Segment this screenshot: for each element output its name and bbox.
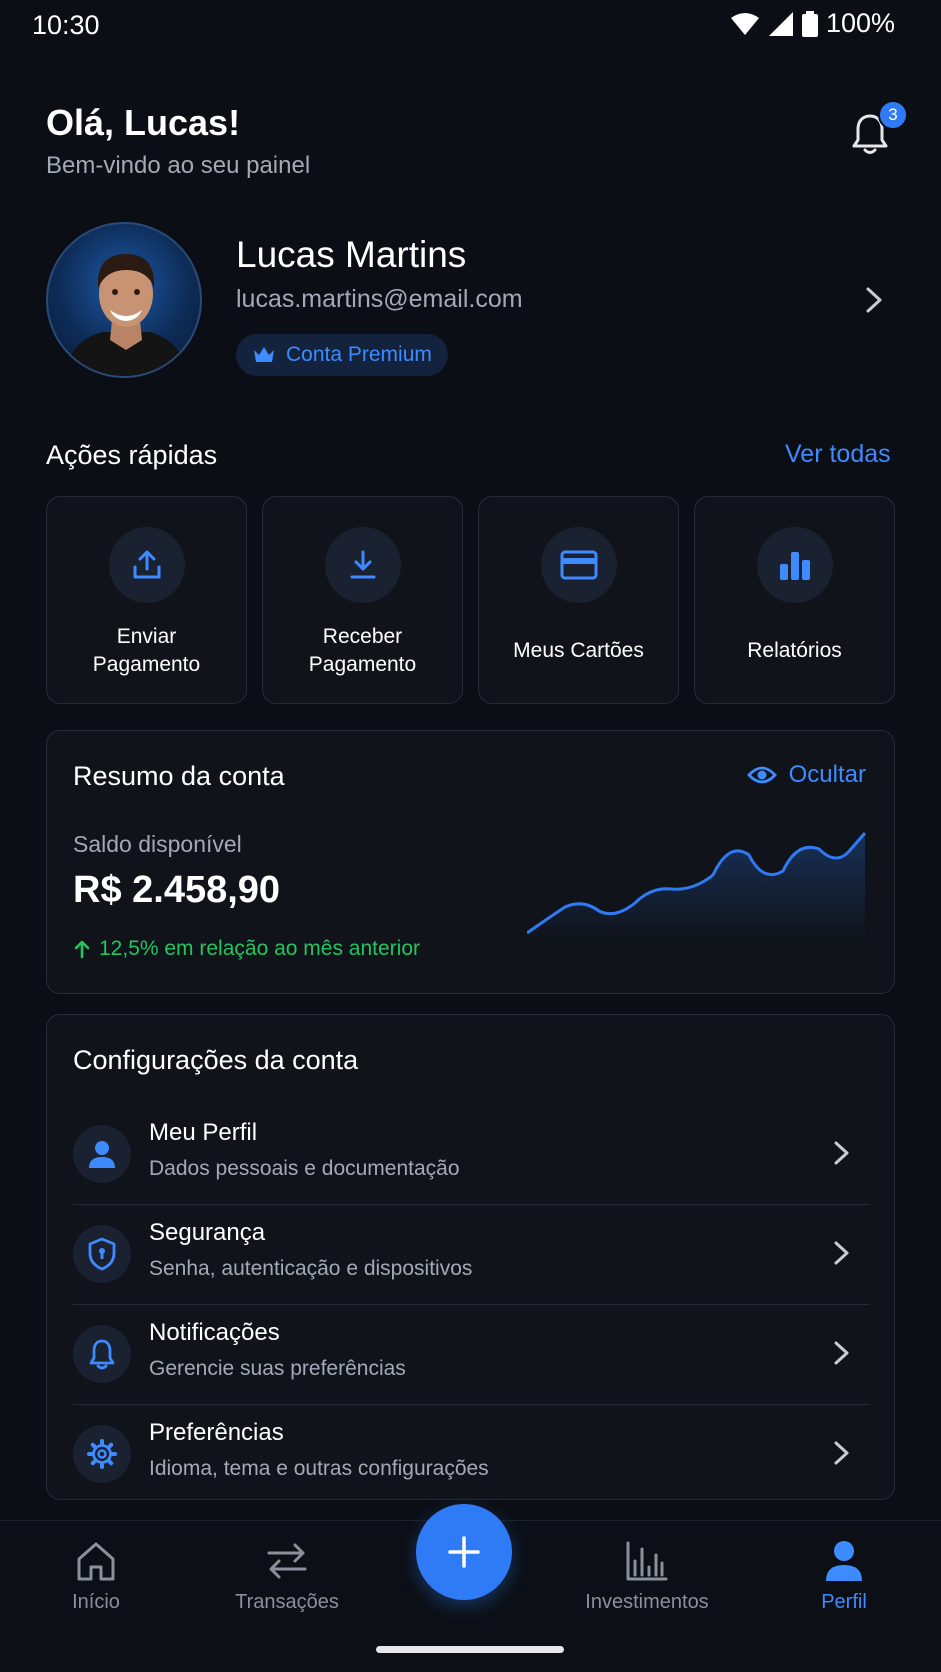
transfer-icon [267, 1543, 307, 1579]
summary-title: Resumo da conta [73, 761, 285, 791]
wifi-icon [730, 12, 759, 35]
avatar-portrait [62, 254, 190, 376]
home-icon [77, 1542, 115, 1581]
home-indicator[interactable] [376, 1646, 564, 1653]
arrow-up-icon [74, 940, 90, 959]
settings-item-label: Notificações [149, 1319, 280, 1346]
quick-action-label-line1: Enviar [116, 625, 177, 648]
quick-action-label-line2: Pagamento [92, 653, 201, 676]
settings-item-description: Dados pessoais e documentação [149, 1157, 460, 1180]
download-icon [325, 527, 401, 603]
profile-email: lucas.martins@email.com [236, 285, 523, 313]
hide-balance-label: Ocultar [788, 761, 866, 788]
quick-action-label: Relatórios [747, 639, 842, 662]
status-time: 10:30 [32, 10, 100, 40]
shield-icon [73, 1225, 131, 1283]
settings-item-preferences[interactable]: Preferências Idioma, tema e outras confi… [73, 1405, 869, 1505]
add-button[interactable] [416, 1504, 512, 1600]
nav-item-investments[interactable]: Investimentos [572, 1539, 722, 1614]
nav-item-label: Perfil [821, 1591, 867, 1613]
notifications-button[interactable]: 3 [850, 100, 908, 164]
settings-item-notifications[interactable]: Notificações Gerencie suas preferências [73, 1305, 869, 1405]
chevron-right-icon [834, 1141, 849, 1165]
chevron-right-icon [834, 1341, 849, 1365]
see-all-link[interactable]: Ver todas [785, 440, 891, 469]
nav-item-home[interactable]: Início [21, 1539, 171, 1614]
chevron-right-icon [834, 1441, 849, 1465]
settings-item-description: Senha, autenticação e dispositivos [149, 1257, 473, 1280]
chevron-right-icon [834, 1241, 849, 1265]
premium-badge-label: Conta Premium [286, 343, 432, 366]
premium-badge: Conta Premium [236, 334, 448, 376]
quick-action-label-line2: Pagamento [308, 653, 417, 676]
quick-action-label-line1: Receber [322, 625, 403, 648]
bar-chart-icon [757, 527, 833, 603]
user-icon [73, 1125, 131, 1183]
nav-item-label: Investimentos [585, 1591, 709, 1613]
balance-sparkline [527, 832, 867, 941]
settings-title: Configurações da conta [73, 1045, 359, 1075]
quick-action-reports[interactable]: Relatórios [694, 496, 895, 704]
eye-icon [746, 766, 777, 784]
battery-icon [801, 10, 818, 37]
bell-icon [73, 1325, 131, 1383]
balance-change: 12,5% em relação ao mês anterior [73, 937, 420, 961]
profile-icon [826, 1541, 862, 1581]
quick-action-label: Enviar Pagamento [47, 623, 246, 679]
battery-percent: 100% [825, 8, 895, 38]
quick-action-send-payment[interactable]: Enviar Pagamento [46, 496, 247, 704]
settings-item-my-profile[interactable]: Meu Perfil Dados pessoais e documentação [73, 1105, 869, 1205]
investments-icon [626, 1541, 668, 1581]
account-settings-card: Configurações da conta Meu Perfil Dados … [46, 1014, 895, 1500]
balance-change-text: 12,5% em relação ao mês anterior [99, 937, 420, 960]
balance-value: R$ 2.458,90 [73, 869, 281, 911]
settings-item-description: Gerencie suas preferências [149, 1357, 406, 1380]
greeting-subtitle: Bem-vindo ao seu painel [46, 152, 311, 179]
settings-item-label: Meu Perfil [149, 1119, 258, 1146]
avatar[interactable] [46, 222, 202, 378]
signal-icon [768, 11, 793, 36]
balance-label: Saldo disponível [73, 831, 242, 857]
crown-icon [254, 347, 274, 362]
settings-item-description: Idioma, tema e outras configurações [149, 1457, 489, 1480]
quick-action-label: Meus Cartões [513, 639, 644, 662]
settings-item-label: Preferências [149, 1419, 284, 1446]
gear-icon [73, 1425, 131, 1483]
nav-item-profile[interactable]: Perfil [769, 1539, 919, 1614]
profile-open-button[interactable] [862, 285, 886, 320]
profile-name: Lucas Martins [236, 234, 467, 275]
hide-balance-toggle[interactable]: Ocultar [746, 761, 866, 789]
settings-item-label: Segurança [149, 1219, 266, 1246]
notification-badge: 3 [878, 100, 908, 130]
quick-actions-title: Ações rápidas [46, 440, 218, 470]
quick-action-label: Receber Pagamento [263, 623, 462, 679]
account-summary-card: Resumo da conta Ocultar Saldo disponível… [46, 730, 895, 994]
plus-icon [448, 1536, 480, 1568]
greeting-title: Olá, Lucas! [46, 102, 241, 143]
chevron-right-icon [866, 287, 882, 313]
status-icons: 100% [730, 8, 895, 39]
nav-item-label: Início [72, 1591, 120, 1613]
quick-action-my-cards[interactable]: Meus Cartões [478, 496, 679, 704]
upload-icon [109, 527, 185, 603]
nav-item-label: Transações [235, 1591, 339, 1613]
nav-item-transactions[interactable]: Transações [212, 1539, 362, 1614]
settings-item-security[interactable]: Segurança Senha, autenticação e disposit… [73, 1205, 869, 1305]
quick-action-receive-payment[interactable]: Receber Pagamento [262, 496, 463, 704]
card-icon [541, 527, 617, 603]
